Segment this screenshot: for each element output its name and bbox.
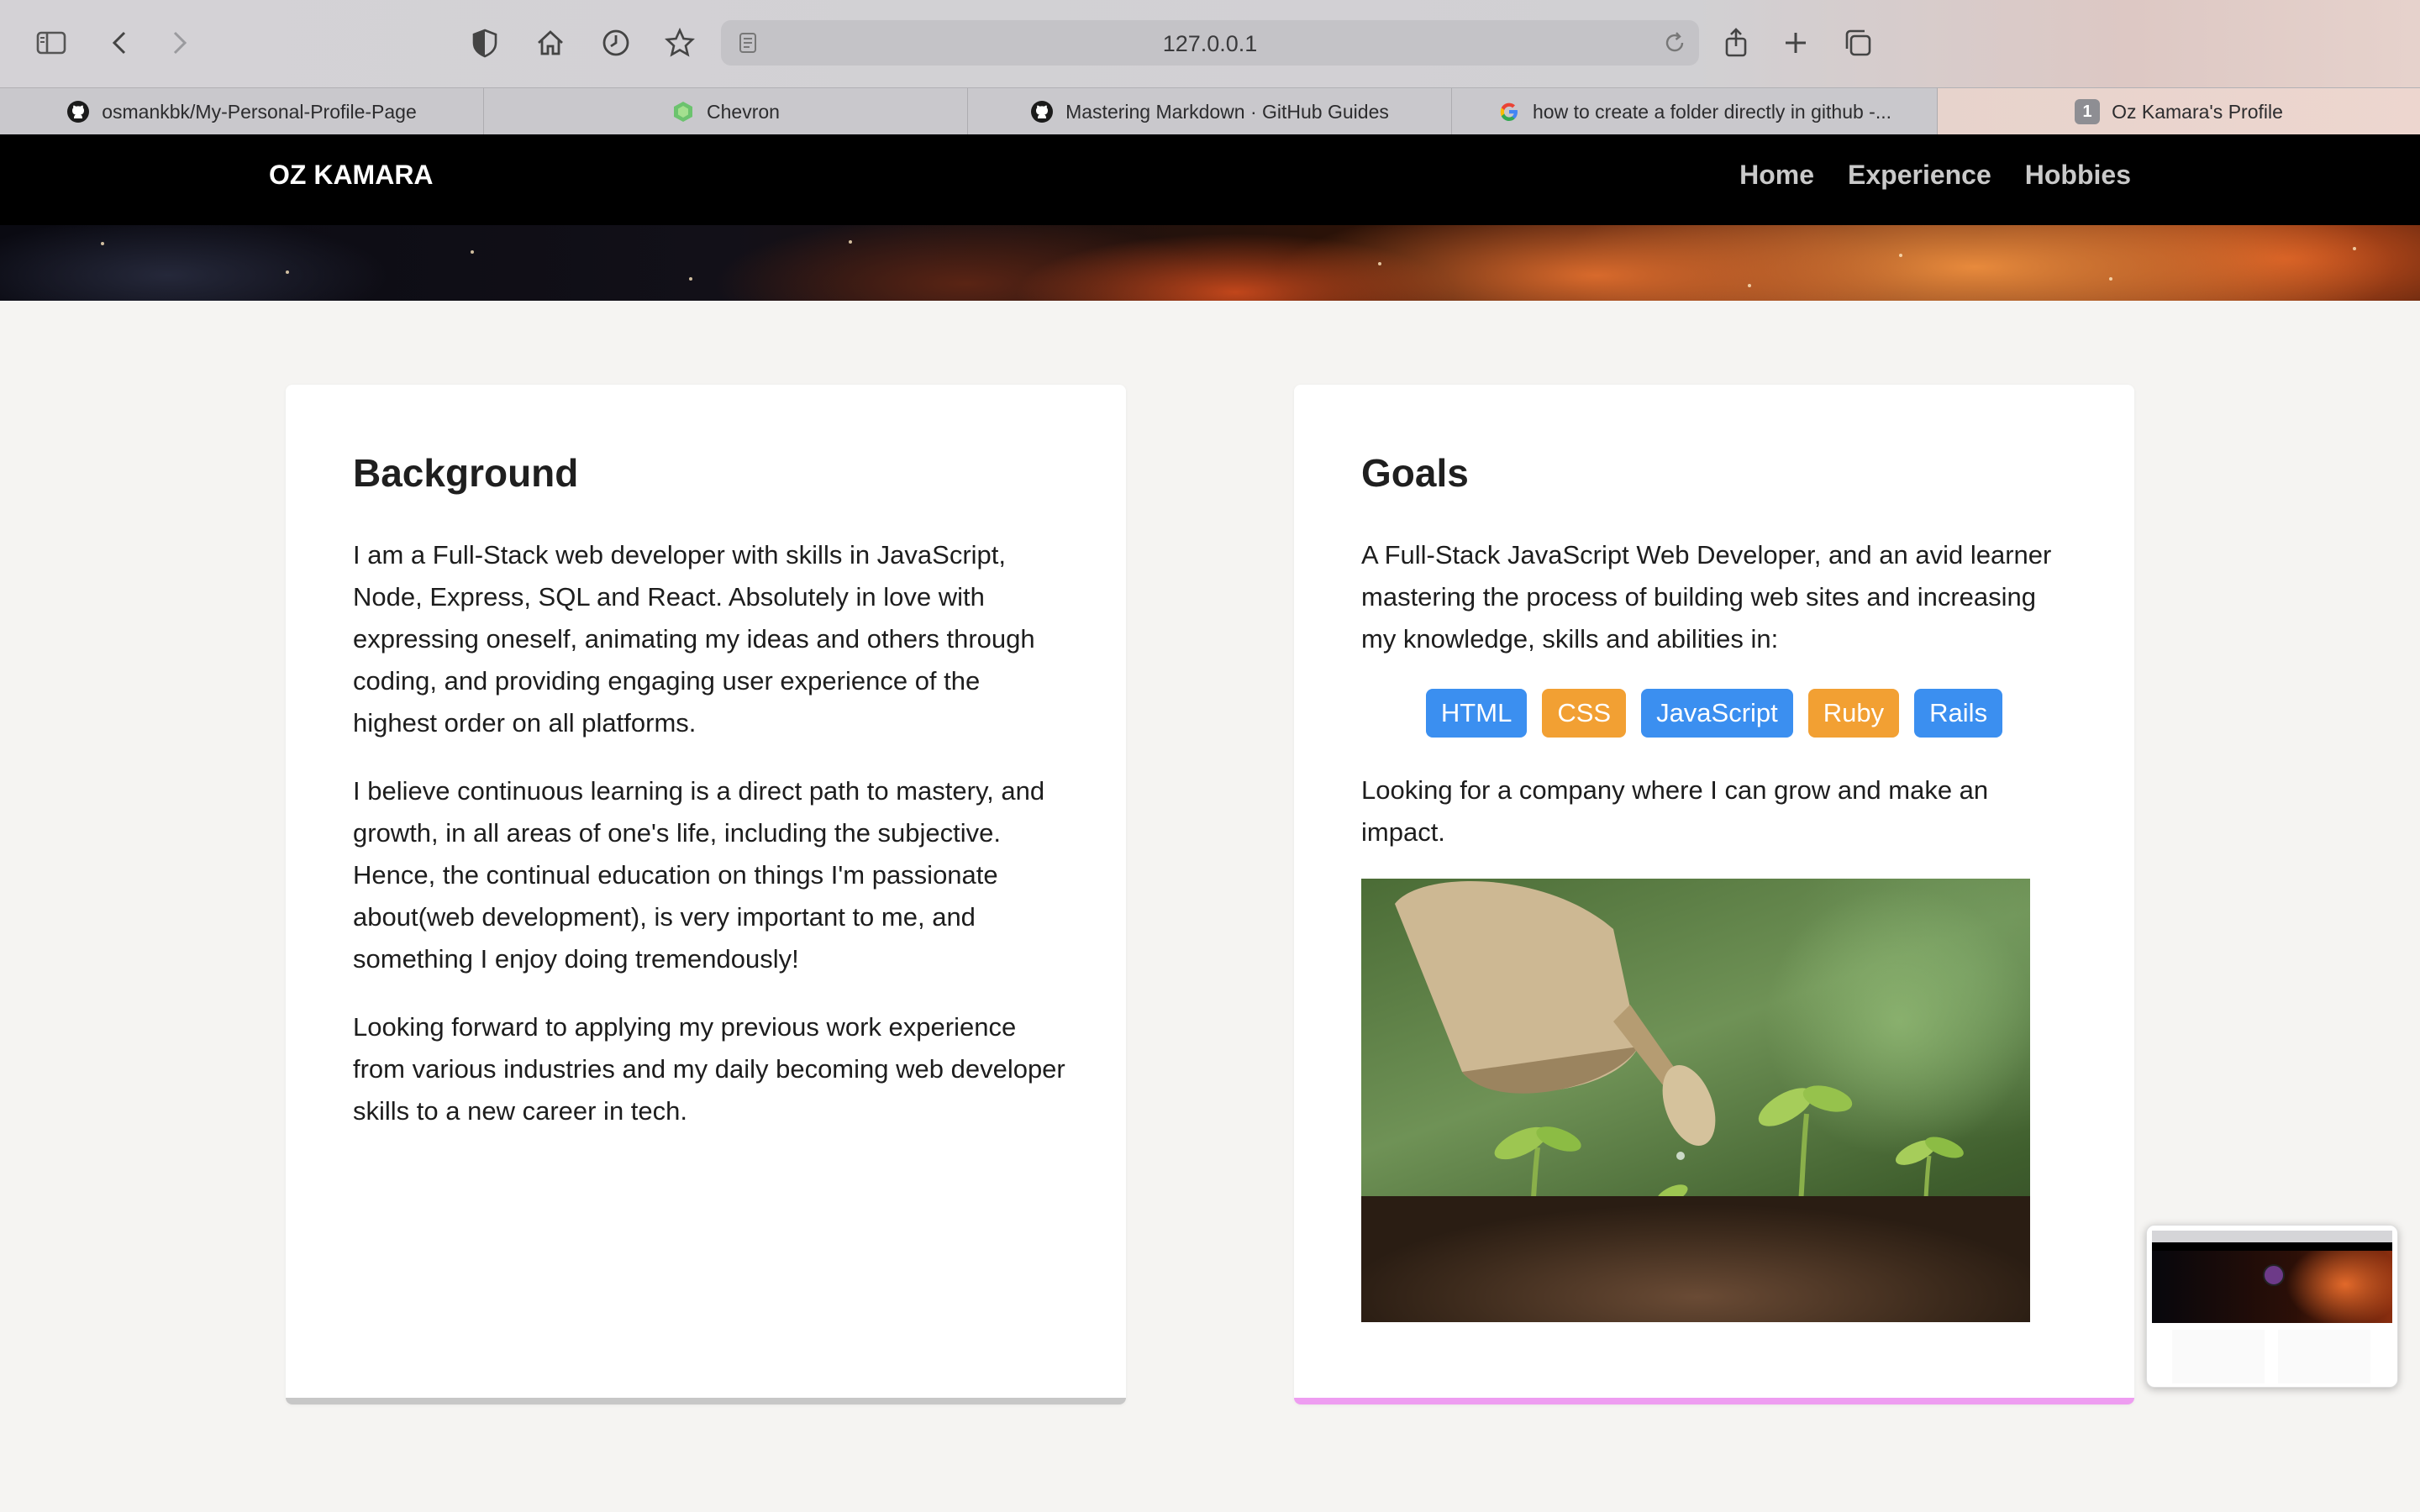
tab-title: Chevron xyxy=(707,100,780,123)
background-paragraph-3: Looking forward to applying my previous … xyxy=(353,1012,1065,1126)
github-icon xyxy=(67,101,90,123)
goals-heading: Goals xyxy=(1361,451,1469,495)
back-icon[interactable] xyxy=(101,24,139,62)
tab-title: Oz Kamara's Profile xyxy=(2112,100,2283,123)
bookmark-star-icon[interactable] xyxy=(660,24,699,62)
github-icon xyxy=(1031,101,1054,123)
share-icon[interactable] xyxy=(1717,24,1755,62)
site-brand[interactable]: OZ KAMARA xyxy=(269,160,434,191)
tab-github-profile[interactable]: osmankbk/My-Personal-Profile-Page xyxy=(0,88,484,135)
new-tab-icon[interactable] xyxy=(1776,24,1815,62)
nav-links: Home Experience Hobbies xyxy=(1739,160,2131,191)
thumbnail-avatar xyxy=(2263,1264,2285,1286)
goals-card: Goals A Full-Stack JavaScript Web Develo… xyxy=(1294,385,2134,1404)
browser-toolbar: 127.0.0.1 xyxy=(0,0,2420,87)
nav-link-hobbies[interactable]: Hobbies xyxy=(2025,160,2131,191)
soil xyxy=(1361,1196,2030,1322)
home-icon[interactable] xyxy=(531,24,570,62)
reload-icon[interactable] xyxy=(1662,30,1687,55)
skill-tag-javascript: JavaScript xyxy=(1641,689,1793,738)
skill-tags: HTML CSS JavaScript Ruby Rails xyxy=(1294,689,2134,738)
site-navbar: OZ KAMARA Home Experience Hobbies xyxy=(0,134,2420,225)
tab-strip: osmankbk/My-Personal-Profile-Page Chevro… xyxy=(0,87,2420,135)
screenshot-thumbnail[interactable] xyxy=(2146,1225,2398,1388)
nav-link-home[interactable]: Home xyxy=(1739,160,1814,191)
tab-number-badge: 1 xyxy=(2075,99,2101,124)
skill-tag-ruby: Ruby xyxy=(1807,689,1900,738)
tab-overview-icon[interactable] xyxy=(1839,24,1877,62)
background-paragraph-1: I am a Full-Stack web developer with ski… xyxy=(353,540,1035,738)
thumbnail-card xyxy=(2278,1330,2370,1383)
tab-google-search[interactable]: how to create a folder directly in githu… xyxy=(1452,88,1938,135)
tab-title: how to create a folder directly in githu… xyxy=(1533,100,1891,123)
thumbnail-hero xyxy=(2152,1251,2392,1323)
url-text: 127.0.0.1 xyxy=(1162,31,1258,56)
tab-mastering-markdown[interactable]: Mastering Markdown · GitHub Guides xyxy=(968,88,1452,135)
watering-can-seedlings-photo xyxy=(1361,879,2030,1322)
sidebar-toggle-icon[interactable] xyxy=(32,24,71,62)
google-icon xyxy=(1500,102,1518,121)
background-heading: Background xyxy=(353,451,579,495)
thumbnail-toolbar xyxy=(2152,1231,2392,1242)
nav-link-experience[interactable]: Experience xyxy=(1848,160,1991,191)
tab-chevron[interactable]: Chevron xyxy=(484,88,968,135)
thumbnail-navbar xyxy=(2152,1242,2392,1251)
tab-title: Mastering Markdown · GitHub Guides xyxy=(1065,100,1389,123)
chevron-logo-icon xyxy=(674,102,693,122)
background-paragraph-2: I believe continuous learning is a direc… xyxy=(353,776,1045,974)
tab-title: osmankbk/My-Personal-Profile-Page xyxy=(102,100,417,123)
address-bar[interactable]: 127.0.0.1 xyxy=(721,20,1699,66)
forward-icon[interactable] xyxy=(160,24,198,62)
thumbnail-card xyxy=(2172,1330,2265,1383)
background-card: Background I am a Full-Stack web develop… xyxy=(286,385,1126,1404)
goals-closing: Looking for a company where I can grow a… xyxy=(1361,775,1989,847)
privacy-shield-icon[interactable] xyxy=(466,24,504,62)
skill-tag-html: HTML xyxy=(1425,689,1528,738)
tab-oz-kamara-profile[interactable]: 1 Oz Kamara's Profile xyxy=(1938,88,2420,135)
skill-tag-css: CSS xyxy=(1542,689,1627,738)
goals-intro: A Full-Stack JavaScript Web Developer, a… xyxy=(1361,540,2052,654)
skill-tag-rails: Rails xyxy=(1914,689,2003,738)
history-icon[interactable] xyxy=(597,24,635,62)
hero-banner-image xyxy=(0,225,2420,301)
